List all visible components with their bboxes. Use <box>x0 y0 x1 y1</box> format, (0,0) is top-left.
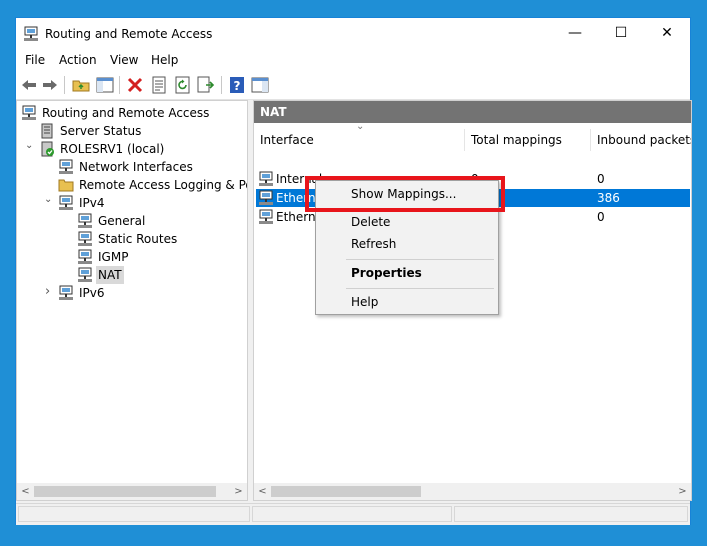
folder-icon <box>58 179 74 192</box>
static-routes-icon <box>78 231 92 246</box>
delete-icon[interactable] <box>126 76 144 94</box>
up-folder-icon[interactable] <box>72 76 90 94</box>
status-bar <box>16 503 690 525</box>
scroll-thumb[interactable] <box>34 486 216 497</box>
ipv6-icon <box>59 285 73 300</box>
minimize-button[interactable]: — <box>552 18 598 49</box>
tree-item-label: IPv4 <box>79 196 105 210</box>
scroll-left-button[interactable]: < <box>17 483 34 500</box>
scroll-right-button[interactable]: > <box>674 483 691 500</box>
tree-item-label: NAT <box>96 266 124 284</box>
menu-action[interactable]: Action <box>59 53 97 67</box>
column-header-inbound-packets[interactable]: Inbound packets t <box>591 129 691 151</box>
context-item-refresh[interactable]: Refresh <box>318 234 496 254</box>
tree-item-label: IPv6 <box>79 286 105 300</box>
tree-item-label: Remote Access Logging & Policies <box>79 178 247 192</box>
properties-icon[interactable] <box>150 76 168 94</box>
console-tree: Routing and Remote Access Server Status … <box>16 100 248 501</box>
tree-item-label: Routing and Remote Access <box>42 106 210 120</box>
help-icon[interactable]: ? <box>228 76 246 94</box>
menu-file[interactable]: File <box>25 53 45 67</box>
expand-toggle[interactable]: ⌄ <box>25 140 33 151</box>
toolbar-separator <box>221 76 222 94</box>
toolbar-separator <box>64 76 65 94</box>
toolbar-separator <box>119 76 120 94</box>
menu-separator <box>346 288 494 289</box>
scroll-left-button[interactable]: < <box>254 483 271 500</box>
refresh-icon[interactable] <box>174 76 192 94</box>
column-header-interface[interactable]: Interface <box>254 129 465 151</box>
tree-item-label: General <box>98 214 146 228</box>
maximize-button[interactable]: ☐ <box>598 18 644 49</box>
context-item-help[interactable]: Help <box>318 292 496 312</box>
context-item-delete[interactable]: Delete <box>318 212 496 232</box>
back-arrow-icon[interactable] <box>20 76 38 94</box>
interface-icon <box>259 171 273 186</box>
expand-toggle[interactable]: › <box>45 284 50 299</box>
tree-item-label: Network Interfaces <box>79 160 193 174</box>
menu-view[interactable]: View <box>110 53 138 67</box>
cell-inbound-packets: 0 <box>597 210 605 224</box>
ipv4-icon <box>59 195 73 210</box>
context-item-properties[interactable]: Properties <box>318 263 496 283</box>
export-list-icon[interactable] <box>197 76 215 94</box>
menu-help[interactable]: Help <box>151 53 178 67</box>
toolbar: ? <box>16 71 690 100</box>
show-hide-action-pane-icon[interactable] <box>251 76 269 94</box>
status-segment <box>18 506 250 522</box>
details-horizontal-scrollbar[interactable]: < > <box>254 483 691 500</box>
forward-arrow-icon[interactable] <box>41 76 59 94</box>
tree-item-label: Static Routes <box>98 232 178 246</box>
pane-header: NAT <box>254 101 691 123</box>
tree-horizontal-scrollbar[interactable]: < > <box>17 483 247 500</box>
svg-text:?: ? <box>234 79 241 93</box>
interface-icon <box>259 209 273 224</box>
show-hide-console-tree-icon[interactable] <box>96 76 114 94</box>
cell-inbound-packets: 386 <box>597 191 620 205</box>
annotation-highlight-box <box>305 176 505 212</box>
menu-bar: File Action View Help <box>16 49 690 71</box>
status-segment <box>454 506 688 522</box>
tree-item-label: Server Status <box>60 124 142 138</box>
scroll-right-button[interactable]: > <box>230 483 247 500</box>
routing-app-icon <box>24 26 38 41</box>
expand-toggle[interactable]: ⌄ <box>44 194 52 205</box>
close-button[interactable]: ✕ <box>644 18 690 49</box>
column-header-total-mappings[interactable]: Total mappings <box>465 129 591 151</box>
igmp-icon <box>78 249 92 264</box>
local-server-icon <box>41 141 54 157</box>
network-interfaces-icon <box>59 159 73 174</box>
tree-item-label: IGMP <box>98 250 129 264</box>
interface-icon <box>259 190 273 205</box>
title-bar[interactable]: Routing and Remote Access — ☐ ✕ <box>16 18 690 49</box>
scroll-thumb[interactable] <box>271 486 421 497</box>
nat-icon <box>78 267 92 282</box>
server-status-icon <box>41 123 53 139</box>
server-icon <box>22 105 36 120</box>
general-icon <box>78 213 92 228</box>
tree-item-label: ROLESRV1 (local) <box>60 142 165 156</box>
window-title: Routing and Remote Access <box>45 27 213 41</box>
menu-separator <box>346 259 494 260</box>
cell-inbound-packets: 0 <box>597 172 605 186</box>
status-segment <box>252 506 452 522</box>
